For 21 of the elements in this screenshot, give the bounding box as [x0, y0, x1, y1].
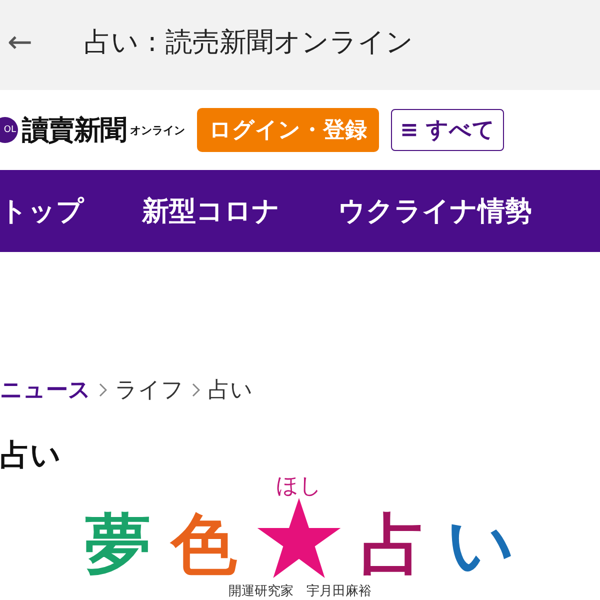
ruby-text: ほし [276, 476, 322, 498]
title-character: 夢 [85, 512, 151, 578]
page-title: 占い : 読売新聞オンライン [84, 26, 414, 60]
nav-link[interactable]: トップ [0, 193, 84, 229]
nav-link[interactable]: ウクライナ情勢 [338, 193, 532, 229]
title-character: い [447, 512, 515, 578]
breadcrumb-link[interactable]: 占い [208, 375, 253, 405]
title-character: 占 [361, 512, 427, 578]
back-button[interactable]: ← [0, 24, 40, 60]
chevron-icon [99, 383, 107, 397]
menu-button[interactable]: ≡ すべて [391, 109, 504, 151]
page-heading: 占い [0, 438, 62, 474]
banner-caption: 開運研究家 宇月田麻裕 [228, 583, 372, 600]
logo-mark: OL [0, 117, 18, 143]
nav-link[interactable]: 新型コロナ [142, 193, 280, 229]
breadcrumb-link[interactable]: ニュース [0, 375, 91, 405]
breadcrumb-link[interactable]: ライフ [115, 375, 184, 405]
chevron-icon [192, 383, 200, 397]
title-character: 色 [171, 512, 237, 578]
logo-text: 讀賣新聞 [22, 114, 126, 148]
logo-subtitle: オンライン [130, 122, 185, 138]
